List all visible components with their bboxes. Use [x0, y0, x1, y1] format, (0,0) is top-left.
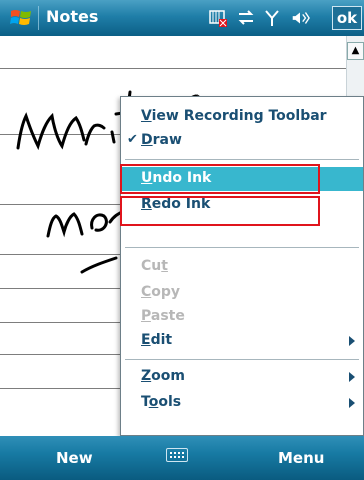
- callout-redo-ink: [120, 196, 320, 226]
- app-title: Notes: [46, 7, 99, 26]
- softkey-menu[interactable]: Menu: [278, 449, 324, 467]
- menu-item-paste[interactable]: Paste: [121, 305, 363, 329]
- menu-separator: [125, 359, 359, 360]
- menu-item-tools[interactable]: Tools: [121, 391, 363, 415]
- menu-item-cut[interactable]: Cut: [121, 255, 363, 279]
- title-separator: [38, 6, 39, 30]
- menu-item-copy[interactable]: Copy: [121, 281, 363, 305]
- softkey-bar: New Menu: [0, 436, 364, 480]
- signal-icon[interactable]: [262, 8, 282, 28]
- sim-card-icon[interactable]: [208, 8, 228, 28]
- connectivity-icon[interactable]: [236, 8, 256, 28]
- keyboard-icon[interactable]: [166, 448, 188, 462]
- scroll-up-icon[interactable]: ▲: [347, 42, 364, 60]
- menu-separator: [125, 159, 359, 160]
- volume-icon[interactable]: [290, 8, 310, 28]
- menu-item-draw[interactable]: ✔ Draw: [121, 129, 363, 153]
- windows-start-icon[interactable]: [10, 8, 32, 28]
- title-bar: Notes ok: [0, 0, 364, 36]
- submenu-arrow-icon: [349, 398, 355, 408]
- submenu-arrow-icon: [349, 372, 355, 382]
- softkey-new[interactable]: New: [56, 449, 93, 467]
- menu-item-view-recording-toolbar[interactable]: View Recording Toolbar: [121, 105, 363, 129]
- callout-undo-ink: [120, 164, 320, 194]
- submenu-arrow-icon: [349, 336, 355, 346]
- menu-separator: [125, 247, 359, 248]
- context-menu: View Recording Toolbar ✔ Draw Undo Ink R…: [120, 96, 364, 436]
- menu-item-edit[interactable]: Edit: [121, 329, 363, 353]
- checkmark-icon: ✔: [127, 132, 138, 147]
- menu-item-zoom[interactable]: Zoom: [121, 365, 363, 389]
- ok-button[interactable]: ok: [332, 6, 362, 30]
